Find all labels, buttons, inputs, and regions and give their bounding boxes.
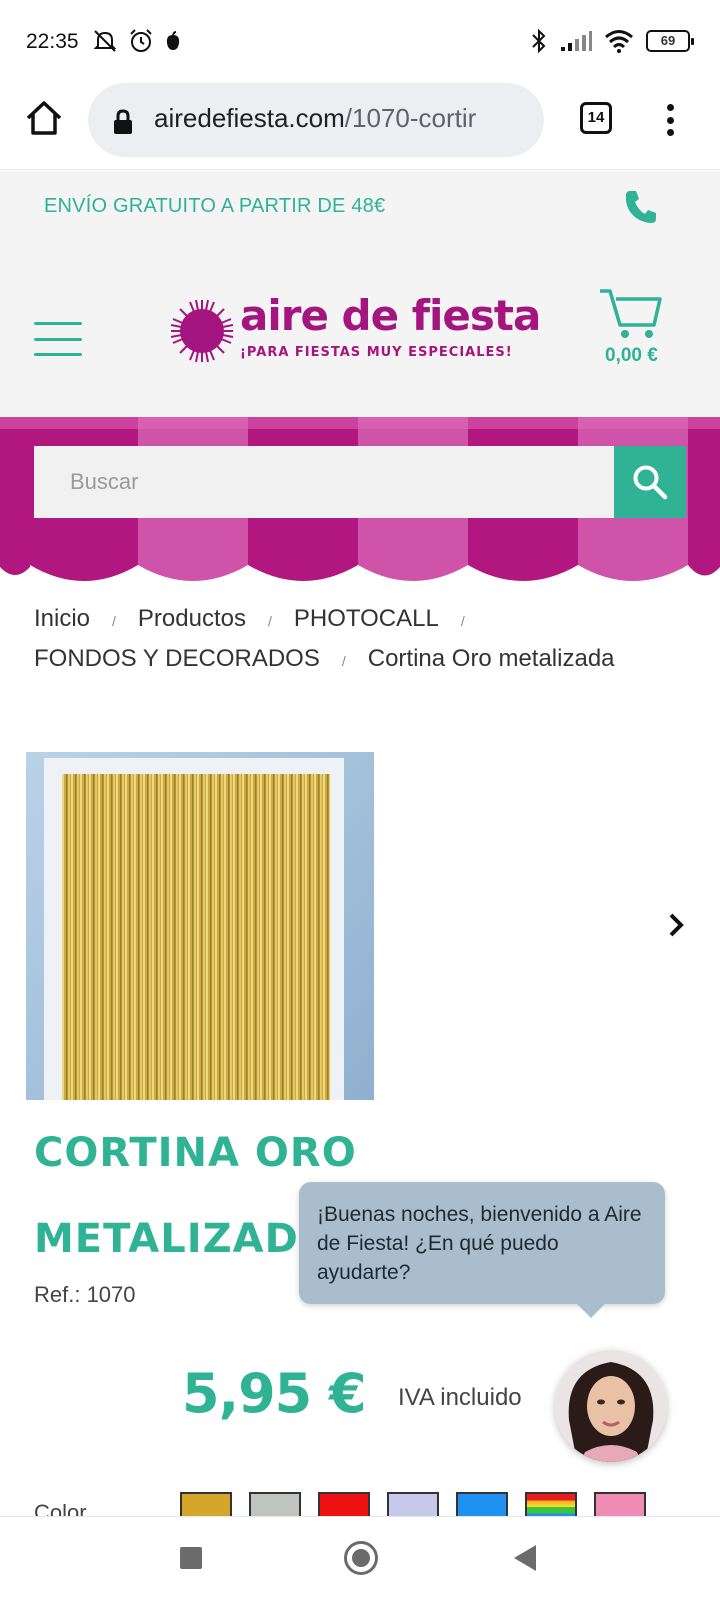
product-image[interactable]	[26, 752, 374, 1100]
bluetooth-icon	[532, 28, 546, 54]
breadcrumb-item-inicio[interactable]: Inicio	[34, 605, 90, 632]
address-bar[interactable]: airedefiesta.com/1070-cortir	[88, 83, 544, 157]
wifi-icon	[605, 30, 633, 53]
site-header: aire de fiesta ¡PARA FIESTAS MUY ESPECIA…	[0, 247, 720, 417]
browser-menu-icon[interactable]	[660, 100, 680, 140]
url-host: airedefiesta.com	[154, 103, 345, 133]
site-logo[interactable]: aire de fiesta ¡PARA FIESTAS MUY ESPECIA…	[170, 291, 541, 367]
breadcrumb-item-fondos[interactable]: FONDOS Y DECORADOS	[34, 645, 320, 672]
lock-icon	[114, 109, 132, 134]
home-icon[interactable]	[24, 98, 64, 138]
phone-icon[interactable]	[624, 189, 658, 225]
breadcrumb: Inicio / Productos / PHOTOCALL / FONDOS Y DECO…	[34, 600, 694, 680]
alarm-icon	[130, 29, 152, 52]
status-bar: 22:35 69	[0, 0, 720, 80]
url-path: /1070-cortir	[344, 103, 477, 133]
hamburger-menu-icon[interactable]	[34, 322, 82, 356]
breadcrumb-item-current: Cortina Oro metalizada	[367, 645, 615, 672]
tab-switcher-button[interactable]: 14	[580, 102, 612, 134]
chat-avatar[interactable]	[555, 1350, 667, 1462]
gold-curtain-image	[26, 752, 374, 1100]
search-input[interactable]	[34, 446, 614, 518]
system-nav-bar	[0, 1516, 720, 1600]
breadcrumb-item-productos[interactable]: Productos	[138, 605, 246, 632]
sun-logo-icon	[170, 299, 234, 363]
search-icon	[633, 465, 668, 500]
free-shipping-text: ENVÍO GRATUITO A PARTIR DE 48€	[44, 195, 386, 217]
signal-icon	[561, 31, 592, 51]
logo-tagline: ¡PARA FIESTAS MUY ESPECIALES!	[240, 345, 513, 360]
chat-welcome-bubble[interactable]: ¡Buenas noches, bienvenido a Aire de Fie…	[299, 1182, 665, 1318]
battery-icon: 69	[646, 30, 694, 52]
carousel-next-icon[interactable]	[664, 910, 690, 940]
notification-icon	[166, 31, 180, 50]
breadcrumb-separator: /	[267, 613, 272, 629]
tax-note: IVA incluido	[398, 1384, 522, 1411]
breadcrumb-separator: /	[460, 613, 465, 629]
recents-icon[interactable]	[180, 1547, 202, 1569]
breadcrumb-separator: /	[112, 613, 116, 629]
breadcrumb-separator: /	[341, 653, 346, 669]
search-button[interactable]	[614, 446, 686, 518]
status-time: 22:35	[26, 30, 79, 53]
logo-name: aire de fiesta	[240, 291, 541, 340]
back-icon[interactable]	[514, 1545, 536, 1571]
mute-icon	[93, 30, 117, 52]
breadcrumb-item-photocall[interactable]: PHOTOCALL	[294, 605, 439, 632]
assistant-avatar-icon	[555, 1350, 667, 1462]
promo-bar: ENVÍO GRATUITO A PARTIR DE 48€	[0, 171, 720, 247]
browser-toolbar: airedefiesta.com/1070-cortir 14	[0, 80, 720, 170]
cart-total[interactable]: 0,00 €	[605, 345, 658, 367]
home-nav-icon[interactable]	[344, 1541, 378, 1575]
product-price: 5,95 €	[182, 1362, 367, 1425]
url-text: airedefiesta.com/1070-cortir	[154, 103, 476, 134]
product-reference: Ref.: 1070	[34, 1282, 136, 1307]
